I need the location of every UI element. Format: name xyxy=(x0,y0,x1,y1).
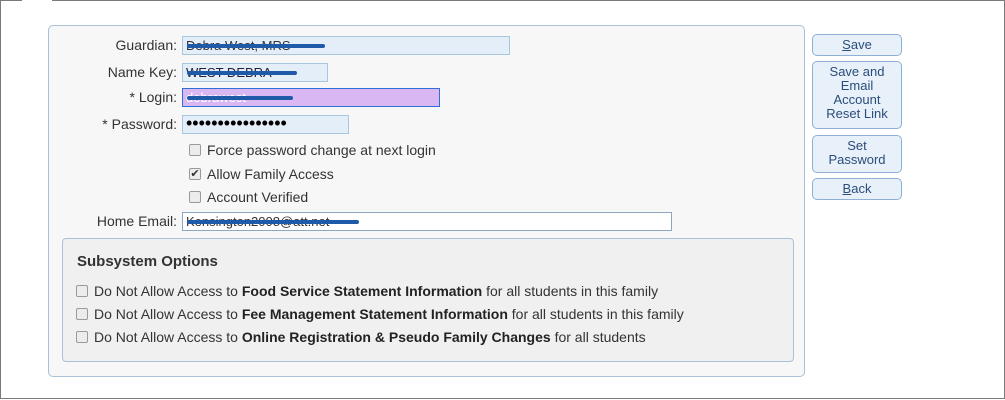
login-field[interactable]: debrawest xyxy=(182,87,440,107)
namekey-row: Name Key: WEST DEBRA xyxy=(49,62,328,82)
subsystem-option-fee[interactable]: Do Not Allow Access to Fee Management St… xyxy=(76,306,684,322)
force-password-option[interactable]: Force password change at next login xyxy=(189,140,436,160)
redaction-bar xyxy=(187,70,297,75)
save-email-reset-button[interactable]: Save and Email Account Reset Link xyxy=(812,61,902,129)
option-suffix: for all students in this family xyxy=(482,283,659,299)
back-label-rest: ack xyxy=(851,181,872,196)
account-verified-option[interactable]: Account Verified xyxy=(189,187,308,207)
option-bold: Food Service Statement Information xyxy=(241,283,483,299)
guardian-account-panel: Guardian: Debra West, MRS Name Key: WEST… xyxy=(48,25,805,377)
option-prefix: Do Not Allow Access to xyxy=(94,283,242,299)
fee-management-checkbox[interactable] xyxy=(76,308,88,320)
allow-family-label: Allow Family Access xyxy=(207,166,334,182)
set-password-button[interactable]: Set Password xyxy=(812,135,902,173)
save-button[interactable]: Save xyxy=(812,34,902,56)
email-label: Home Email: xyxy=(96,213,177,229)
option-prefix: Do Not Allow Access to xyxy=(94,306,242,322)
back-accesskey: B xyxy=(842,181,852,196)
save-label-rest: ave xyxy=(850,37,872,52)
namekey-field[interactable]: WEST DEBRA xyxy=(182,62,328,82)
option-suffix: for all students xyxy=(550,329,646,345)
force-password-label: Force password change at next login xyxy=(207,142,436,158)
subsystem-options-box: Subsystem Options Do Not Allow Access to… xyxy=(62,238,794,362)
guardian-row: Guardian: Debra West, MRS xyxy=(49,35,510,55)
redaction-bar xyxy=(187,95,293,100)
guardian-label: Guardian: xyxy=(115,37,177,53)
option-prefix: Do Not Allow Access to xyxy=(94,329,242,345)
subsystem-option-food[interactable]: Do Not Allow Access to Food Service Stat… xyxy=(76,283,658,299)
option-suffix: for all students in this family xyxy=(507,306,684,322)
login-row: * Login: debrawest xyxy=(49,87,440,107)
account-verified-checkbox[interactable] xyxy=(189,191,201,203)
check-icon: ✔ xyxy=(190,168,200,180)
subsystem-option-registration[interactable]: Do Not Allow Access to Online Registrati… xyxy=(76,329,646,345)
subsystem-title: Subsystem Options xyxy=(77,253,218,270)
login-label: * Login: xyxy=(129,89,177,105)
email-field[interactable]: Kensington2008@att.net xyxy=(182,211,672,231)
save-email-label: Save and Email Account Reset Link xyxy=(826,64,888,121)
guardian-field[interactable]: Debra West, MRS xyxy=(182,35,510,55)
save-accesskey: S xyxy=(842,37,851,52)
force-password-checkbox[interactable] xyxy=(189,144,201,156)
option-bold: Fee Management Statement Information xyxy=(241,306,508,322)
allow-family-checkbox[interactable]: ✔ xyxy=(189,168,201,180)
email-row: Home Email: Kensington2008@att.net xyxy=(49,211,672,231)
password-label: * Password: xyxy=(102,116,177,132)
account-verified-label: Account Verified xyxy=(207,189,309,205)
option-bold: Online Registration & Pseudo Family Chan… xyxy=(241,329,551,345)
password-value: •••••••••••••••• xyxy=(186,114,287,133)
redaction-bar xyxy=(187,219,359,224)
back-button[interactable]: Back xyxy=(812,178,902,200)
frame-top-right xyxy=(52,0,1005,1)
password-field[interactable]: •••••••••••••••• xyxy=(182,114,349,134)
food-service-checkbox[interactable] xyxy=(76,285,88,297)
online-registration-checkbox[interactable] xyxy=(76,331,88,343)
redaction-bar xyxy=(187,43,325,48)
frame-top-left xyxy=(0,0,22,1)
password-row: * Password: •••••••••••••••• xyxy=(49,114,349,134)
set-password-label: Set Password xyxy=(828,138,886,167)
allow-family-option[interactable]: ✔ Allow Family Access xyxy=(189,164,334,184)
namekey-label: Name Key: xyxy=(107,64,177,80)
